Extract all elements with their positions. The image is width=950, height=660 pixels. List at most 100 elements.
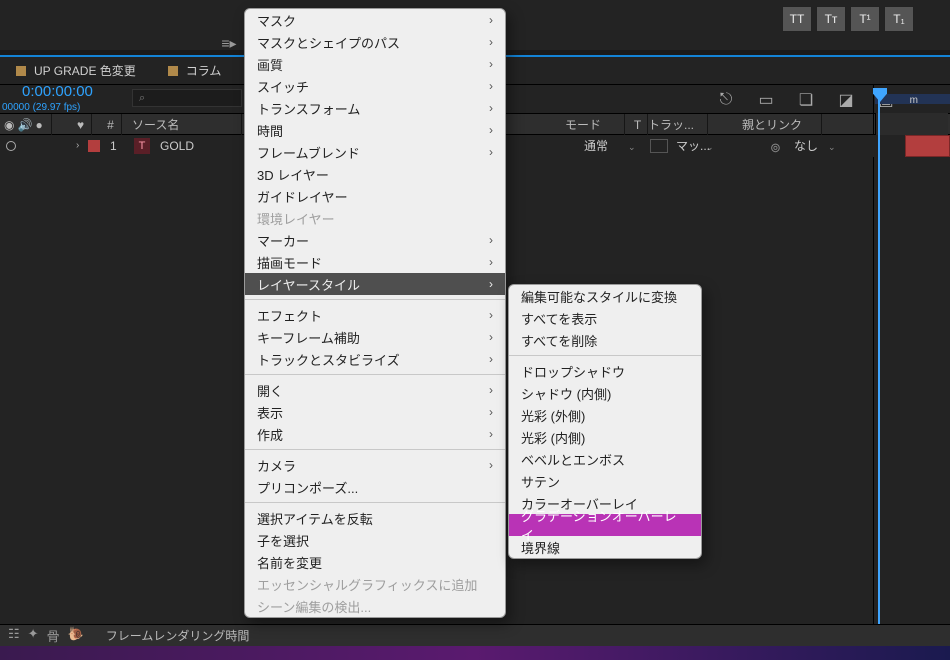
comp-tab-label: UP GRADE 色変更 [34, 62, 136, 79]
menu-item-label: サテン [521, 472, 560, 491]
menu-item-label: 環境レイヤー [257, 209, 335, 228]
menu-item[interactable]: 名前を変更 [245, 551, 505, 573]
parent-dropdown[interactable]: なし [794, 135, 818, 157]
pickwhip-icon[interactable]: ⊚ [770, 140, 781, 156]
frame-rate-display: 00000 (29.97 fps) [2, 102, 80, 113]
menu-item[interactable]: 3D レイヤー [245, 163, 505, 185]
menu-item[interactable]: 光彩 (内側) [509, 426, 701, 448]
current-time-display[interactable]: 0:00:00:00 [22, 83, 93, 100]
parent-link-header[interactable]: 親とリンク [742, 114, 822, 136]
menu-item[interactable]: 子を選択 [245, 529, 505, 551]
menu-item[interactable]: エフェクト› [245, 304, 505, 326]
menu-item[interactable]: 光彩 (外側) [509, 404, 701, 426]
draft3d-icon[interactable]: ▭ [756, 90, 776, 110]
render-time-icon[interactable]: 🐌 [68, 626, 84, 645]
index-header[interactable]: # [100, 114, 122, 136]
layer-name[interactable]: GOLD [160, 135, 194, 157]
toggle-switches-icon[interactable]: ✦ [28, 626, 39, 645]
menu-item[interactable]: カメラ › [245, 454, 505, 476]
menu-item[interactable]: シャドウ (内側) [509, 382, 701, 404]
layer-bar[interactable] [905, 135, 950, 157]
menu-item[interactable]: 開く› [245, 379, 505, 401]
menu-item[interactable]: マスク› [245, 9, 505, 31]
superscript-button[interactable]: T¹ [850, 6, 880, 32]
submenu-arrow-icon: › [489, 101, 493, 115]
submenu-arrow-icon: › [489, 255, 493, 269]
submenu-arrow-icon: › [489, 13, 493, 27]
frameblend-icon[interactable]: ◪ [836, 90, 856, 110]
menu-item: エッセンシャルグラフィックスに追加 [245, 573, 505, 595]
menu-item[interactable]: キーフレーム補助› [245, 326, 505, 348]
menu-item[interactable]: ベベルとエンボス [509, 448, 701, 470]
menu-item[interactable]: 編集可能なスタイルに変換 [509, 285, 701, 307]
preserve-transparency-header[interactable]: T [628, 114, 648, 136]
comp-mini-flowchart-icon[interactable]: ⎋ [716, 90, 736, 110]
menu-item[interactable]: ガイドレイヤー [245, 185, 505, 207]
comp-tab-1[interactable]: UP GRADE 色変更 [0, 57, 152, 85]
menu-item-label: ドロップシャドウ [521, 362, 625, 381]
menu-item-label: 光彩 (外側) [521, 406, 585, 425]
shy-icon[interactable]: ❏ [796, 90, 816, 110]
menu-item[interactable]: トランスフォーム › [245, 97, 505, 119]
source-name-header[interactable]: ソース名 [132, 114, 242, 136]
menu-item[interactable]: サテン [509, 470, 701, 492]
track-matte-dropdown[interactable]: マッ... [676, 135, 710, 157]
label-header[interactable]: ♥ [70, 114, 92, 136]
timeline-search-input[interactable]: ⌕ [132, 89, 242, 107]
menu-item[interactable]: トラックとスタビライズ› [245, 348, 505, 370]
panel-menu-icon[interactable]: ≡▸ [218, 32, 240, 54]
allcaps-button[interactable]: TT [782, 6, 812, 32]
ruler-unit-label: m [910, 95, 918, 106]
submenu-arrow-icon: › [489, 277, 493, 291]
menu-item[interactable]: スイッチ› [245, 75, 505, 97]
current-time-indicator[interactable] [878, 94, 880, 634]
menu-item[interactable]: グラデーションオーバーレイ [509, 514, 701, 536]
menu-separator [245, 374, 505, 375]
comp-tab-2[interactable]: コラム [152, 57, 238, 85]
text-style-group: TT Tт T¹ T₁ [782, 6, 914, 32]
menu-item[interactable]: フレームブレンド› [245, 141, 505, 163]
render-time-label: フレームレンダリング時間 [106, 627, 250, 644]
smallcaps-button[interactable]: Tт [816, 6, 846, 32]
bottom-icon-group: ☷ ✦ 骨 🐌 [0, 626, 84, 645]
mode-header[interactable]: モード [565, 114, 625, 136]
timeline-toolbar-icons: ⎋ ▭ ❏ ◪ ▣ [716, 90, 896, 110]
subscript-button[interactable]: T₁ [884, 6, 914, 32]
submenu-arrow-icon: › [489, 233, 493, 247]
menu-item[interactable]: 選択アイテムを反転 [245, 507, 505, 529]
desktop-edge [0, 646, 950, 660]
menu-item-label: 名前を変更 [257, 553, 322, 572]
menu-item[interactable]: 描画モード › [245, 251, 505, 273]
column-divider[interactable] [873, 85, 874, 624]
menu-item[interactable]: すべてを削除 [509, 329, 701, 351]
twirl-arrow-icon[interactable]: › [76, 140, 79, 151]
toggle-switches-icon[interactable]: ☷ [8, 626, 20, 645]
av-features-header: ◉🔊●🔒 [2, 114, 52, 136]
menu-item[interactable]: すべてを表示 [509, 307, 701, 329]
menu-separator [245, 299, 505, 300]
menu-item[interactable]: ドロップシャドウ [509, 360, 701, 382]
label-color-swatch[interactable] [88, 140, 100, 152]
preserve-transparency-toggle[interactable] [650, 139, 668, 153]
menu-item[interactable]: 画質› [245, 53, 505, 75]
toggle-switches-icon[interactable]: 骨 [47, 626, 60, 645]
menu-item-label: カメラ [257, 456, 296, 475]
submenu-arrow-icon: › [489, 458, 493, 472]
menu-item[interactable]: 表示› [245, 401, 505, 423]
menu-item[interactable]: レイヤースタイル› [245, 273, 505, 295]
menu-item-label: 境界線 [521, 538, 560, 557]
menu-separator [245, 502, 505, 503]
menu-item[interactable]: 時間› [245, 119, 505, 141]
track-matte-header[interactable]: トラッ... [648, 114, 708, 136]
menu-item[interactable]: マーカー› [245, 229, 505, 251]
menu-item[interactable]: 作成› [245, 423, 505, 445]
menu-item[interactable]: マスクとシェイプのパス› [245, 31, 505, 53]
timeline-bottom-bar: ☷ ✦ 骨 🐌 フレームレンダリング時間 [0, 624, 950, 646]
menu-item-label: 描画モード [257, 253, 322, 272]
menu-item-label: 3D レイヤー [257, 165, 329, 184]
menu-item-label: トランスフォーム [257, 99, 360, 118]
menu-item-label: エフェクト [257, 306, 322, 325]
menu-item-label: シーン編集の検出... [257, 597, 371, 616]
video-eye-icon[interactable] [6, 141, 16, 151]
menu-item[interactable]: プリコンポーズ... [245, 476, 505, 498]
